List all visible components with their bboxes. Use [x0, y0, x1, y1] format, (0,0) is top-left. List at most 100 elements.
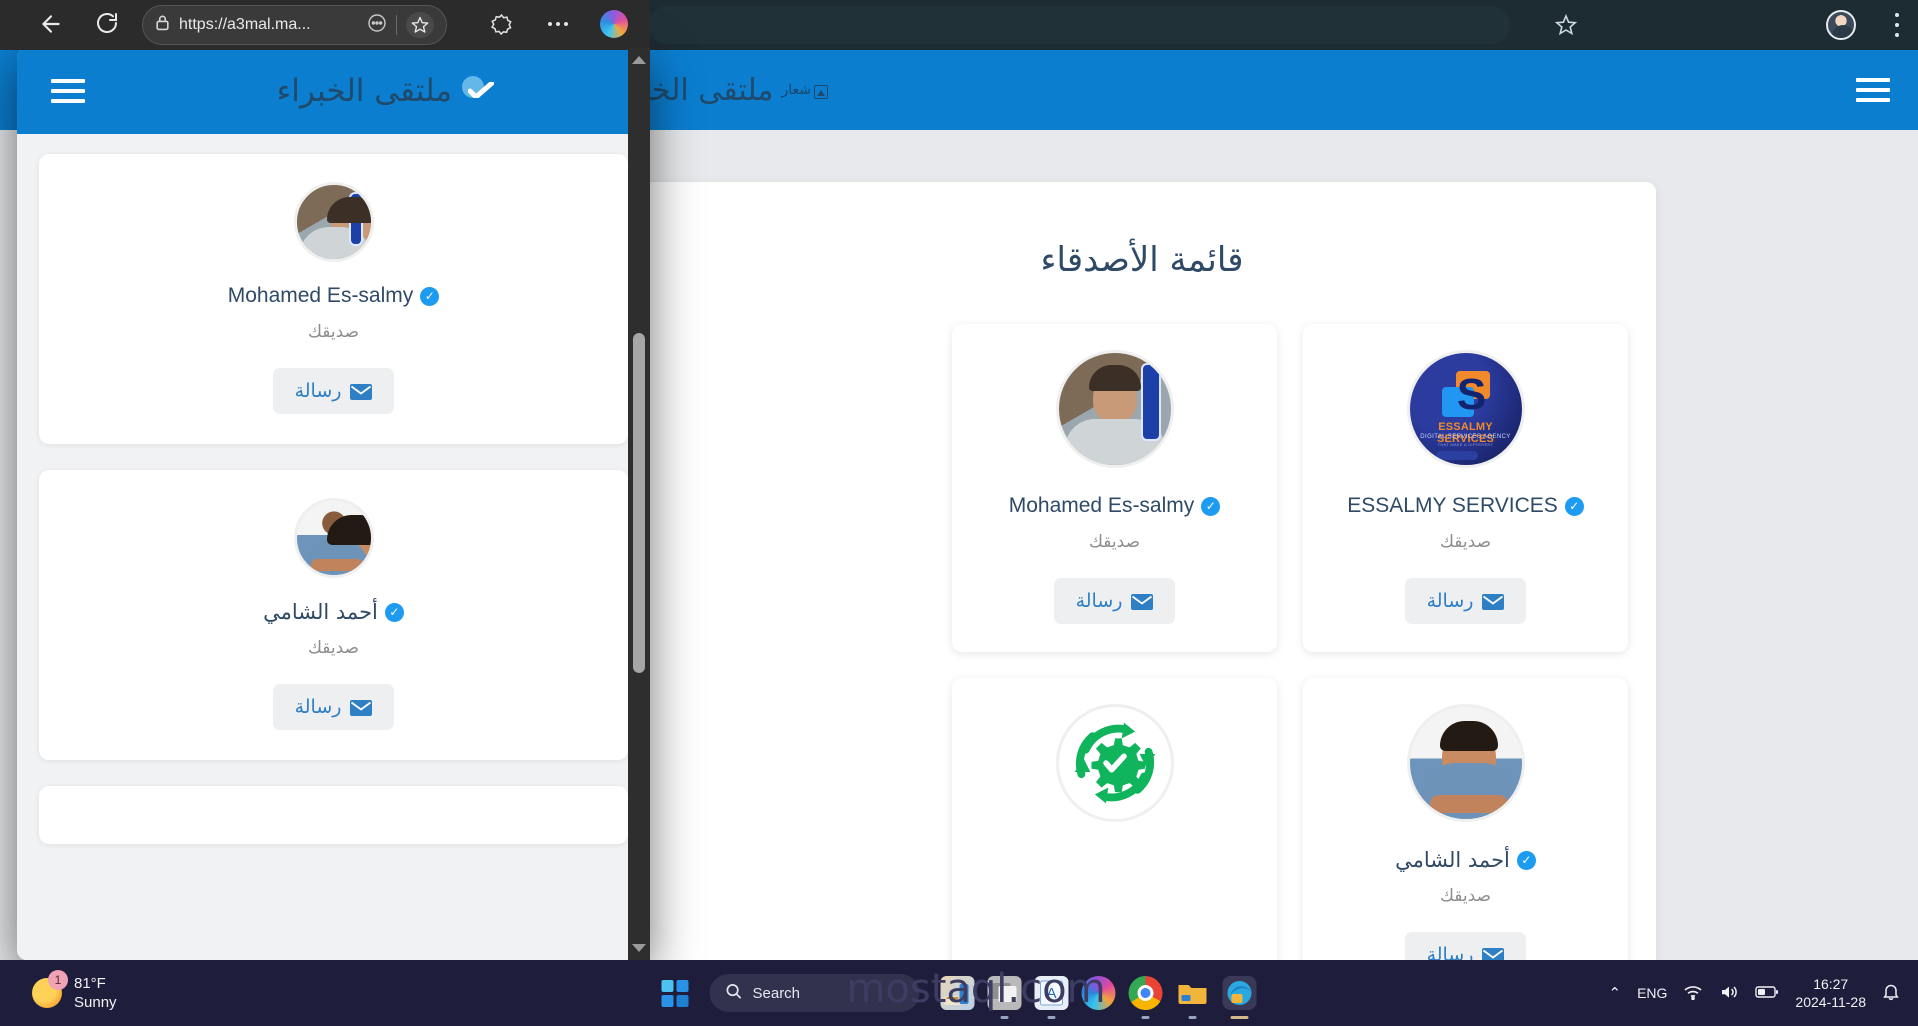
collections-icon[interactable]: [490, 12, 513, 40]
photo-ahmed-avatar: [293, 498, 374, 578]
more-options-icon[interactable]: [1894, 13, 1900, 37]
popup-scrollbar[interactable]: [628, 48, 650, 960]
chrome-icon[interactable]: [1128, 976, 1163, 1019]
friend-card[interactable]: ✓ Mohamed Es-salmy صديقك رسالة: [952, 324, 1277, 652]
friend-card[interactable]: ✓ أحمد الشامي صديقك رسالة: [39, 470, 628, 760]
search-input[interactable]: Search: [709, 974, 920, 1012]
running-indicator: [1141, 1016, 1150, 1019]
widgets-icon[interactable]: [940, 976, 975, 1010]
copilot-icon[interactable]: [600, 10, 628, 38]
friend-card[interactable]: S ESSALMY SERVICES DIGITAL SERVICES AGEN…: [1303, 324, 1628, 652]
friend-relation: صديقك: [307, 322, 360, 342]
page-title: قائمة الأصدقاء: [1040, 240, 1244, 280]
friend-name-row: ✓ Mohamed Es-salmy: [966, 494, 1263, 518]
address-bar[interactable]: [648, 6, 1510, 44]
running-indicator: [1188, 1016, 1197, 1019]
scrollbar-thumb[interactable]: [633, 333, 645, 673]
popup-browser-window: ملتقى الخبراء ✓ Mohamed Es-salmy صديقك ر…: [17, 48, 650, 960]
running-indicator: [1000, 1016, 1009, 1019]
hamburger-menu-icon[interactable]: [1856, 78, 1890, 102]
friend-card[interactable]: [39, 786, 628, 844]
scroll-down-arrow-icon[interactable]: [632, 944, 646, 952]
friend-card[interactable]: [952, 678, 1277, 978]
clock-date: 2024-11-28: [1795, 994, 1866, 1010]
logo-essalmy-avatar: S ESSALMY SERVICES DIGITAL SERVICES AGEN…: [1406, 350, 1525, 468]
friend-name: أحمد الشامي: [263, 600, 378, 624]
friend-name: Mohamed Es-salmy: [227, 284, 414, 307]
envelope-icon: [350, 699, 373, 716]
file-explorer-icon[interactable]: [1176, 976, 1210, 1019]
language-indicator[interactable]: ENG: [1637, 985, 1667, 1001]
clock[interactable]: 16:27 2024-11-28: [1795, 975, 1866, 1011]
taskbar: 1 81°F Sunny Search A ⌃ ENG 16:27 2024-1…: [0, 960, 1918, 1026]
photo-mohamed-avatar: [293, 182, 374, 262]
photo-mohamed-avatar: [1055, 350, 1174, 468]
scroll-up-arrow-icon[interactable]: [632, 56, 646, 64]
verified-badge-icon: ✓: [1564, 496, 1584, 516]
message-button-label: رسالة: [294, 696, 342, 718]
message-button[interactable]: رسالة: [272, 684, 395, 730]
essalmy-logo-tag: THAT MAKE A DIFFERENT: [1437, 442, 1494, 447]
notification-badge: 1: [48, 970, 68, 990]
url-text: https://a3mal.ma...: [179, 16, 311, 33]
volume-icon[interactable]: [1719, 984, 1739, 1003]
battery-icon[interactable]: [1755, 985, 1779, 1002]
wifi-icon[interactable]: [1683, 984, 1703, 1003]
ellipsis-icon[interactable]: [367, 13, 387, 38]
friend-name: Mohamed Es-salmy: [1008, 494, 1195, 517]
message-button[interactable]: رسالة: [1053, 578, 1176, 624]
friend-name-row: ✓ أحمد الشامي: [1317, 848, 1614, 872]
verified-badge-icon: ✓: [1201, 496, 1221, 516]
taskbar-apps: Search A: [661, 974, 1257, 1019]
friend-card[interactable]: ✓ Mohamed Es-salmy صديقك رسالة: [39, 154, 628, 444]
screen: شعار ملتقى الخبراء قائمة الأصدقاء S ESSA…: [0, 0, 1918, 1026]
friend-relation: صديقك: [1088, 532, 1141, 552]
reload-icon[interactable]: [95, 11, 119, 40]
chevron-up-icon[interactable]: ⌃: [1609, 984, 1622, 1002]
more-options-icon[interactable]: [548, 13, 568, 26]
message-button-label: رسالة: [294, 380, 342, 402]
message-button-label: رسالة: [1426, 590, 1474, 612]
broken-logo-image: شعار: [781, 81, 828, 99]
weather-widget[interactable]: 1 81°F Sunny: [32, 970, 117, 1012]
weather-text: 81°F Sunny: [74, 974, 117, 1012]
svg-text:A: A: [1046, 985, 1056, 1002]
edge-icon[interactable]: [1222, 976, 1257, 1019]
sun-icon: 1: [32, 970, 68, 1008]
clock-time: 16:27: [1813, 976, 1849, 992]
essalmy-logo-sub: DIGITAL SERVICES AGENCY: [1420, 434, 1511, 440]
friends-panel: قائمة الأصدقاء S ESSALMY SERVICES DIGITA…: [628, 182, 1656, 978]
star-icon[interactable]: [406, 12, 434, 38]
broken-image-icon: [814, 85, 828, 99]
popup-site-header: ملتقى الخبراء: [17, 48, 650, 134]
task-view-icon[interactable]: [987, 976, 1022, 1019]
logo-check-icon: [462, 76, 496, 106]
popup-site-brand[interactable]: ملتقى الخبراء: [277, 73, 496, 109]
friend-name: ESSALMY SERVICES: [1347, 494, 1558, 517]
envelope-icon: [1131, 593, 1154, 610]
friend-card[interactable]: ✓ أحمد الشامي صديقك رسالة: [1303, 678, 1628, 978]
verified-badge-icon: ✓: [1516, 850, 1536, 870]
friend-relation: صديقك: [1439, 886, 1492, 906]
message-button[interactable]: رسالة: [1404, 578, 1527, 624]
popup-browser-toolbar: https://a3mal.ma...: [0, 0, 650, 50]
popup-friends-list: ✓ Mohamed Es-salmy صديقك رسالة ✓ أحمد ال…: [17, 134, 650, 960]
friend-relation: صديقك: [307, 638, 360, 658]
message-button[interactable]: رسالة: [272, 368, 395, 414]
back-arrow-icon[interactable]: [38, 11, 64, 42]
friend-name-row: ✓ Mohamed Es-salmy: [53, 284, 614, 308]
hamburger-menu-icon[interactable]: [51, 79, 85, 103]
microsoft-store-icon[interactable]: A: [1034, 976, 1069, 1019]
profile-avatar[interactable]: [1826, 10, 1856, 40]
weather-condition: Sunny: [74, 994, 117, 1011]
address-bar[interactable]: https://a3mal.ma...: [142, 5, 447, 45]
copilot-icon[interactable]: [1081, 976, 1116, 1010]
bell-icon[interactable]: [1882, 982, 1900, 1004]
photo-ahmed-avatar: [1406, 704, 1525, 822]
start-button-icon[interactable]: [661, 979, 689, 1007]
verified-badge-icon: ✓: [420, 286, 440, 306]
message-button-label: رسالة: [1075, 590, 1123, 612]
broken-image-alt-text: شعار: [781, 81, 811, 97]
star-icon[interactable]: [1554, 13, 1578, 37]
friends-grid: S ESSALMY SERVICES DIGITAL SERVICES AGEN…: [628, 280, 1656, 978]
